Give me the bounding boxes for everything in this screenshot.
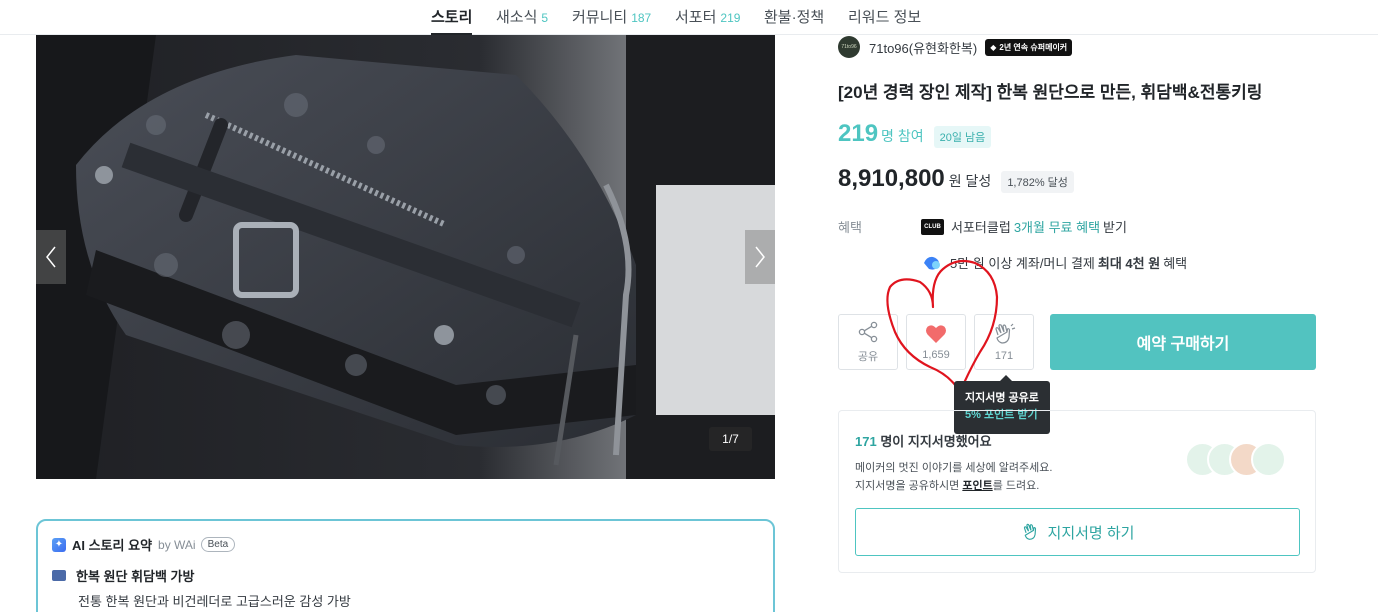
amount-raised: 8,910,800 (838, 165, 945, 192)
support-count: 171 (855, 434, 877, 449)
badge-label: 2년 연속 슈퍼메이커 (999, 42, 1068, 52)
pay-icon (924, 256, 940, 270)
tab-count: 187 (631, 11, 652, 25)
tab-count: 5 (541, 11, 549, 25)
support-title: 171 명이 지지서명했어요 (855, 431, 992, 450)
support-desc-line2: 지지서명을 공유하시면 포인트를 드려요. (855, 477, 1052, 495)
points-link[interactable]: 포인트 (962, 480, 992, 492)
tab-bar: 스토리 새소식 5 커뮤니티 187 서포터 219 환불·정책 리워드 정보 (0, 0, 1378, 35)
cheer-button[interactable]: 171 (974, 314, 1034, 370)
percent-badge: 1,782% 달성 (1001, 171, 1074, 193)
tab-label: 환불·정책 (764, 9, 825, 26)
benefit-pay-prefix: 5만 원 이상 계좌/머니 결제 (950, 256, 1095, 271)
tab-label: 서포터 (675, 9, 717, 26)
benefit-pay[interactable]: 5만 원 이상 계좌/머니 결제 최대 4천 원 혜택 (921, 253, 1187, 272)
club-icon: CLUB (921, 218, 944, 235)
maker-info[interactable]: 71to96 71to96(유현화한복) ◆ 2년 연속 슈퍼메이커 (838, 35, 1073, 59)
support-signature-button[interactable]: 지지서명 하기 (855, 508, 1300, 556)
tab-count: 219 (720, 11, 741, 25)
participants-count: 219 (838, 120, 879, 147)
tab-supporters[interactable]: 서포터 219 (675, 6, 740, 35)
benefit-club-highlight: 3개월 무료 혜택 (1013, 220, 1101, 235)
diamond-icon: ◆ (990, 42, 997, 52)
share-icon (858, 321, 878, 342)
clap-icon (995, 323, 1016, 344)
benefit-club-prefix: 서포터클럽 (951, 220, 1011, 235)
ai-summary-by: by WAi (158, 537, 196, 552)
supporter-avatars (1185, 442, 1289, 478)
tab-news[interactable]: 새소식 5 (496, 6, 548, 35)
clap-icon (1023, 523, 1036, 540)
chevron-right-icon (755, 246, 765, 268)
ai-summary-item-desc: 전통 한복 원단과 비건레더로 고급스러운 감성 가방 (78, 594, 351, 609)
beta-badge: Beta (200, 537, 236, 552)
share-label: 공유 (857, 350, 879, 363)
chevron-left-icon (46, 246, 56, 268)
support-title-suffix: 명이 지지서명했어요 (880, 434, 992, 449)
support-desc-post: 를 드려요. (992, 480, 1040, 492)
support-signature-card: 171 명이 지지서명했어요 메이커의 멋진 이야기를 세상에 알려주세요. 지… (838, 410, 1316, 573)
tab-community[interactable]: 커뮤니티 187 (572, 6, 651, 35)
product-photo (36, 35, 775, 479)
share-button[interactable]: 공유 (838, 314, 898, 370)
support-description: 메이커의 멋진 이야기를 세상에 알려주세요. 지지서명을 공유하시면 포인트를… (855, 459, 1052, 495)
tooltip-line1: 지지서명 공유로 (965, 392, 1039, 404)
tab-story[interactable]: 스토리 (431, 6, 473, 35)
ai-story-summary: ✦ AI 스토리 요약 by WAi Beta 한복 원단 휘담백 가방 전통 … (36, 519, 775, 612)
participants-stat: 219 명 참여 20일 남음 (838, 120, 992, 148)
gallery-prev-button[interactable] (36, 230, 66, 284)
maker-name[interactable]: 71to96(유현화한복) (869, 38, 977, 57)
tab-label: 새소식 (496, 9, 538, 26)
tab-refund-policy[interactable]: 환불·정책 (764, 6, 824, 35)
ai-summary-item: 한복 원단 휘담백 가방 (52, 566, 759, 585)
ai-summary-title: AI 스토리 요약 (72, 538, 153, 553)
benefit-pay-suffix: 혜택 (1163, 256, 1188, 271)
project-title: [20년 경력 장인 제작] 한복 원단으로 만든, 휘담백&전통키링 (838, 83, 1263, 102)
avatar (1251, 442, 1286, 477)
support-desc-pre: 지지서명을 공유하시면 (855, 480, 960, 492)
days-left-badge: 20일 남음 (933, 126, 992, 148)
avatar[interactable]: 71to96 (838, 36, 860, 58)
support-desc-line1: 메이커의 멋진 이야기를 세상에 알려주세요. (855, 462, 1053, 474)
benefits-label: 혜택 (838, 220, 862, 235)
tab-label: 커뮤니티 (572, 9, 628, 26)
bag-icon (52, 570, 66, 581)
product-image-gallery[interactable]: 1/7 (36, 35, 775, 479)
reserve-purchase-button[interactable]: 예약 구매하기 (1050, 314, 1316, 370)
benefit-club-suffix: 받기 (1103, 220, 1127, 235)
heart-icon (926, 324, 946, 343)
ai-summary-header: ✦ AI 스토리 요약 by WAi Beta (52, 535, 759, 554)
participants-unit: 명 참여 (881, 128, 924, 144)
amount-stat: 8,910,800 원 달성 1,782% 달성 (838, 165, 1074, 193)
amount-unit: 원 달성 (948, 173, 992, 189)
ai-summary-item-title: 한복 원단 휘담백 가방 (76, 569, 195, 584)
like-count: 1,659 (922, 348, 950, 361)
super-maker-badge: ◆ 2년 연속 슈퍼메이커 (985, 38, 1073, 56)
tab-label: 리워드 정보 (848, 9, 922, 26)
tab-reward-info[interactable]: 리워드 정보 (848, 6, 921, 35)
benefit-pay-highlight: 최대 4천 원 (1097, 256, 1161, 271)
gallery-counter: 1/7 (709, 427, 752, 451)
like-button[interactable]: 1,659 (906, 314, 966, 370)
tab-label: 스토리 (431, 9, 473, 26)
support-button-label: 지지서명 하기 (1047, 524, 1135, 542)
cheer-count: 171 (994, 349, 1014, 362)
benefit-club[interactable]: CLUB 서포터클럽 3개월 무료 혜택 받기 (921, 217, 1127, 236)
sparkle-icon: ✦ (52, 537, 66, 552)
gallery-next-button[interactable] (745, 230, 775, 284)
